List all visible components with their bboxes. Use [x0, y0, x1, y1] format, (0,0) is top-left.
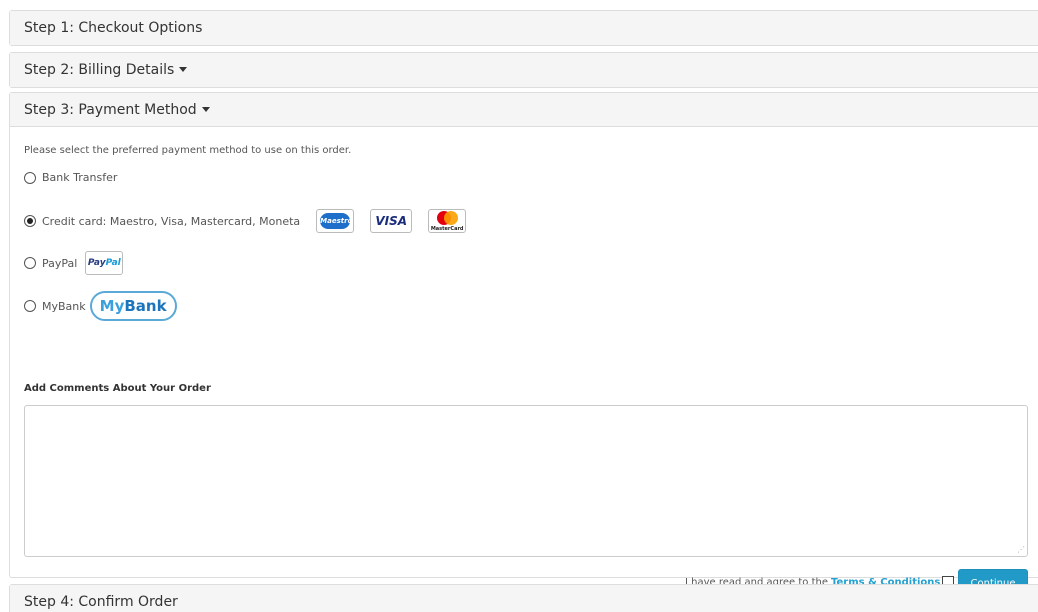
paypal-label: PayPal: [42, 256, 78, 270]
step-2-title: Step 2: Billing Details: [24, 62, 175, 78]
credit-card-label: Credit card: Maestro, Visa, Mastercard, …: [42, 214, 301, 228]
paypal-logo-icon: Pay Pal: [85, 251, 124, 275]
payment-option-bank-transfer[interactable]: Bank Transfer: [24, 171, 117, 184]
payment-option-credit-card[interactable]: Credit card: Maestro, Visa, Mastercard, …: [24, 209, 467, 233]
visa-logo-text: VISA: [375, 214, 408, 228]
step-2-panel: Step 2: Billing Details: [9, 52, 1038, 88]
mybank-logo-text-b: Bank: [124, 297, 167, 315]
bank-transfer-radio[interactable]: [24, 171, 36, 184]
mastercard-logo-icon: MasterCard: [428, 209, 467, 233]
comments-textarea[interactable]: ⋰: [24, 405, 1028, 557]
credit-card-radio[interactable]: [24, 215, 36, 227]
mastercard-logo-text: MasterCard: [430, 225, 464, 232]
caret-down-icon: [201, 106, 210, 112]
visa-logo-icon: VISA: [370, 209, 413, 233]
mybank-logo-text-a: My: [99, 297, 125, 315]
payment-method-body: Please select the preferred payment meth…: [10, 127, 1038, 599]
mybank-logo-icon: My Bank: [89, 291, 177, 321]
payment-intro-text: Please select the preferred payment meth…: [24, 145, 352, 156]
maestro-logo-text: Maestro: [320, 213, 352, 229]
mybank-label: MyBank: [42, 299, 86, 313]
step-4-panel: Step 4: Confirm Order: [9, 584, 1038, 612]
bank-transfer-label: Bank Transfer: [42, 171, 118, 184]
payment-option-mybank[interactable]: MyBank My Bank: [24, 291, 177, 321]
step-3-heading[interactable]: Step 3: Payment Method: [10, 93, 1038, 127]
comments-label: Add Comments About Your Order: [24, 383, 211, 394]
step-1-title: Step 1: Checkout Options: [24, 20, 203, 36]
step-4-heading[interactable]: Step 4: Confirm Order: [10, 585, 1038, 612]
caret-down-icon: [179, 66, 188, 72]
paypal-logo-text-a: Pay: [87, 258, 106, 268]
step-3-title: Step 3: Payment Method: [24, 102, 197, 118]
paypal-radio[interactable]: [24, 257, 36, 269]
step-1-heading[interactable]: Step 1: Checkout Options: [10, 11, 1038, 45]
mybank-radio[interactable]: [24, 300, 36, 312]
resize-handle-icon[interactable]: ⋰: [1017, 545, 1025, 554]
maestro-logo-icon: Maestro: [316, 209, 355, 233]
step-2-heading[interactable]: Step 2: Billing Details: [10, 53, 1038, 87]
step-4-title: Step 4: Confirm Order: [24, 594, 178, 610]
payment-option-paypal[interactable]: PayPal Pay Pal: [24, 251, 124, 275]
paypal-logo-text-b: Pal: [105, 258, 121, 268]
step-3-panel: Step 3: Payment Method Please select the…: [9, 92, 1038, 599]
step-1-panel: Step 1: Checkout Options: [9, 10, 1038, 46]
